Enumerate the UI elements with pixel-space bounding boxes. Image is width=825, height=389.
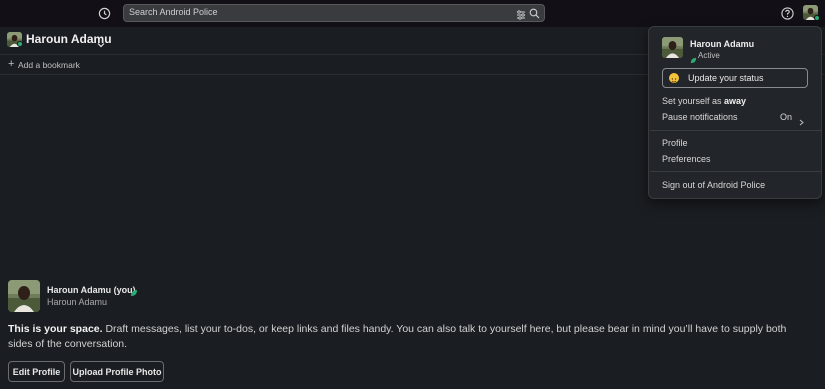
intro-body: Draft messages, list your to-dos, or kee… [8,323,787,350]
set-away-label: Set yourself as [662,96,725,106]
leaf-status-icon [690,52,697,64]
away-label: away [724,96,747,106]
intro-lead: This is your space. [8,323,103,335]
history-icon[interactable] [96,5,113,22]
avatar [662,37,683,58]
intro-user-handle: Haroun Adamu [47,297,108,307]
plus-icon[interactable]: + [8,58,14,70]
leaf-status-icon [130,285,138,296]
menu-user-name: Haroun Adamu [690,39,755,49]
search-icon[interactable] [529,7,540,19]
smile-emoji-icon [669,73,679,83]
chevron-down-icon[interactable] [97,36,105,48]
profile-item[interactable]: Profile [662,138,688,148]
edit-profile-button[interactable]: Edit Profile [8,361,65,382]
update-status-label: Update your status [688,73,764,83]
avatar[interactable] [8,280,40,312]
filter-icon[interactable] [516,8,526,20]
search-input[interactable]: Search Android Police [123,4,545,22]
pause-notifications-item[interactable]: Pause notifications [662,112,738,122]
update-status-button[interactable]: Update your status [662,68,808,88]
menu-divider [650,130,822,131]
menu-divider [650,171,822,172]
active-status-dot [17,41,23,47]
intro-description: This is your space. Draft messages, list… [8,322,808,352]
profile-menu: Haroun Adamu Active Update your status S… [648,26,822,199]
add-bookmark-button[interactable]: Add a bookmark [18,60,80,70]
upload-profile-photo-button[interactable]: Upload Profile Photo [70,361,164,382]
presence-status: Active [698,51,720,60]
set-away-item[interactable]: Set yourself as away [662,96,746,106]
help-icon[interactable] [781,7,794,20]
intro-user-name[interactable]: Haroun Adamu (you) [47,285,136,295]
preferences-item[interactable]: Preferences [662,154,711,164]
pause-notifications-value: On [780,112,793,122]
active-status-dot [814,15,820,21]
chevron-right-icon [799,114,804,126]
top-bar: Search Android Police [0,0,825,27]
search-placeholder: Search Android Police [129,7,218,17]
sign-out-item[interactable]: Sign out of Android Police [662,180,765,190]
